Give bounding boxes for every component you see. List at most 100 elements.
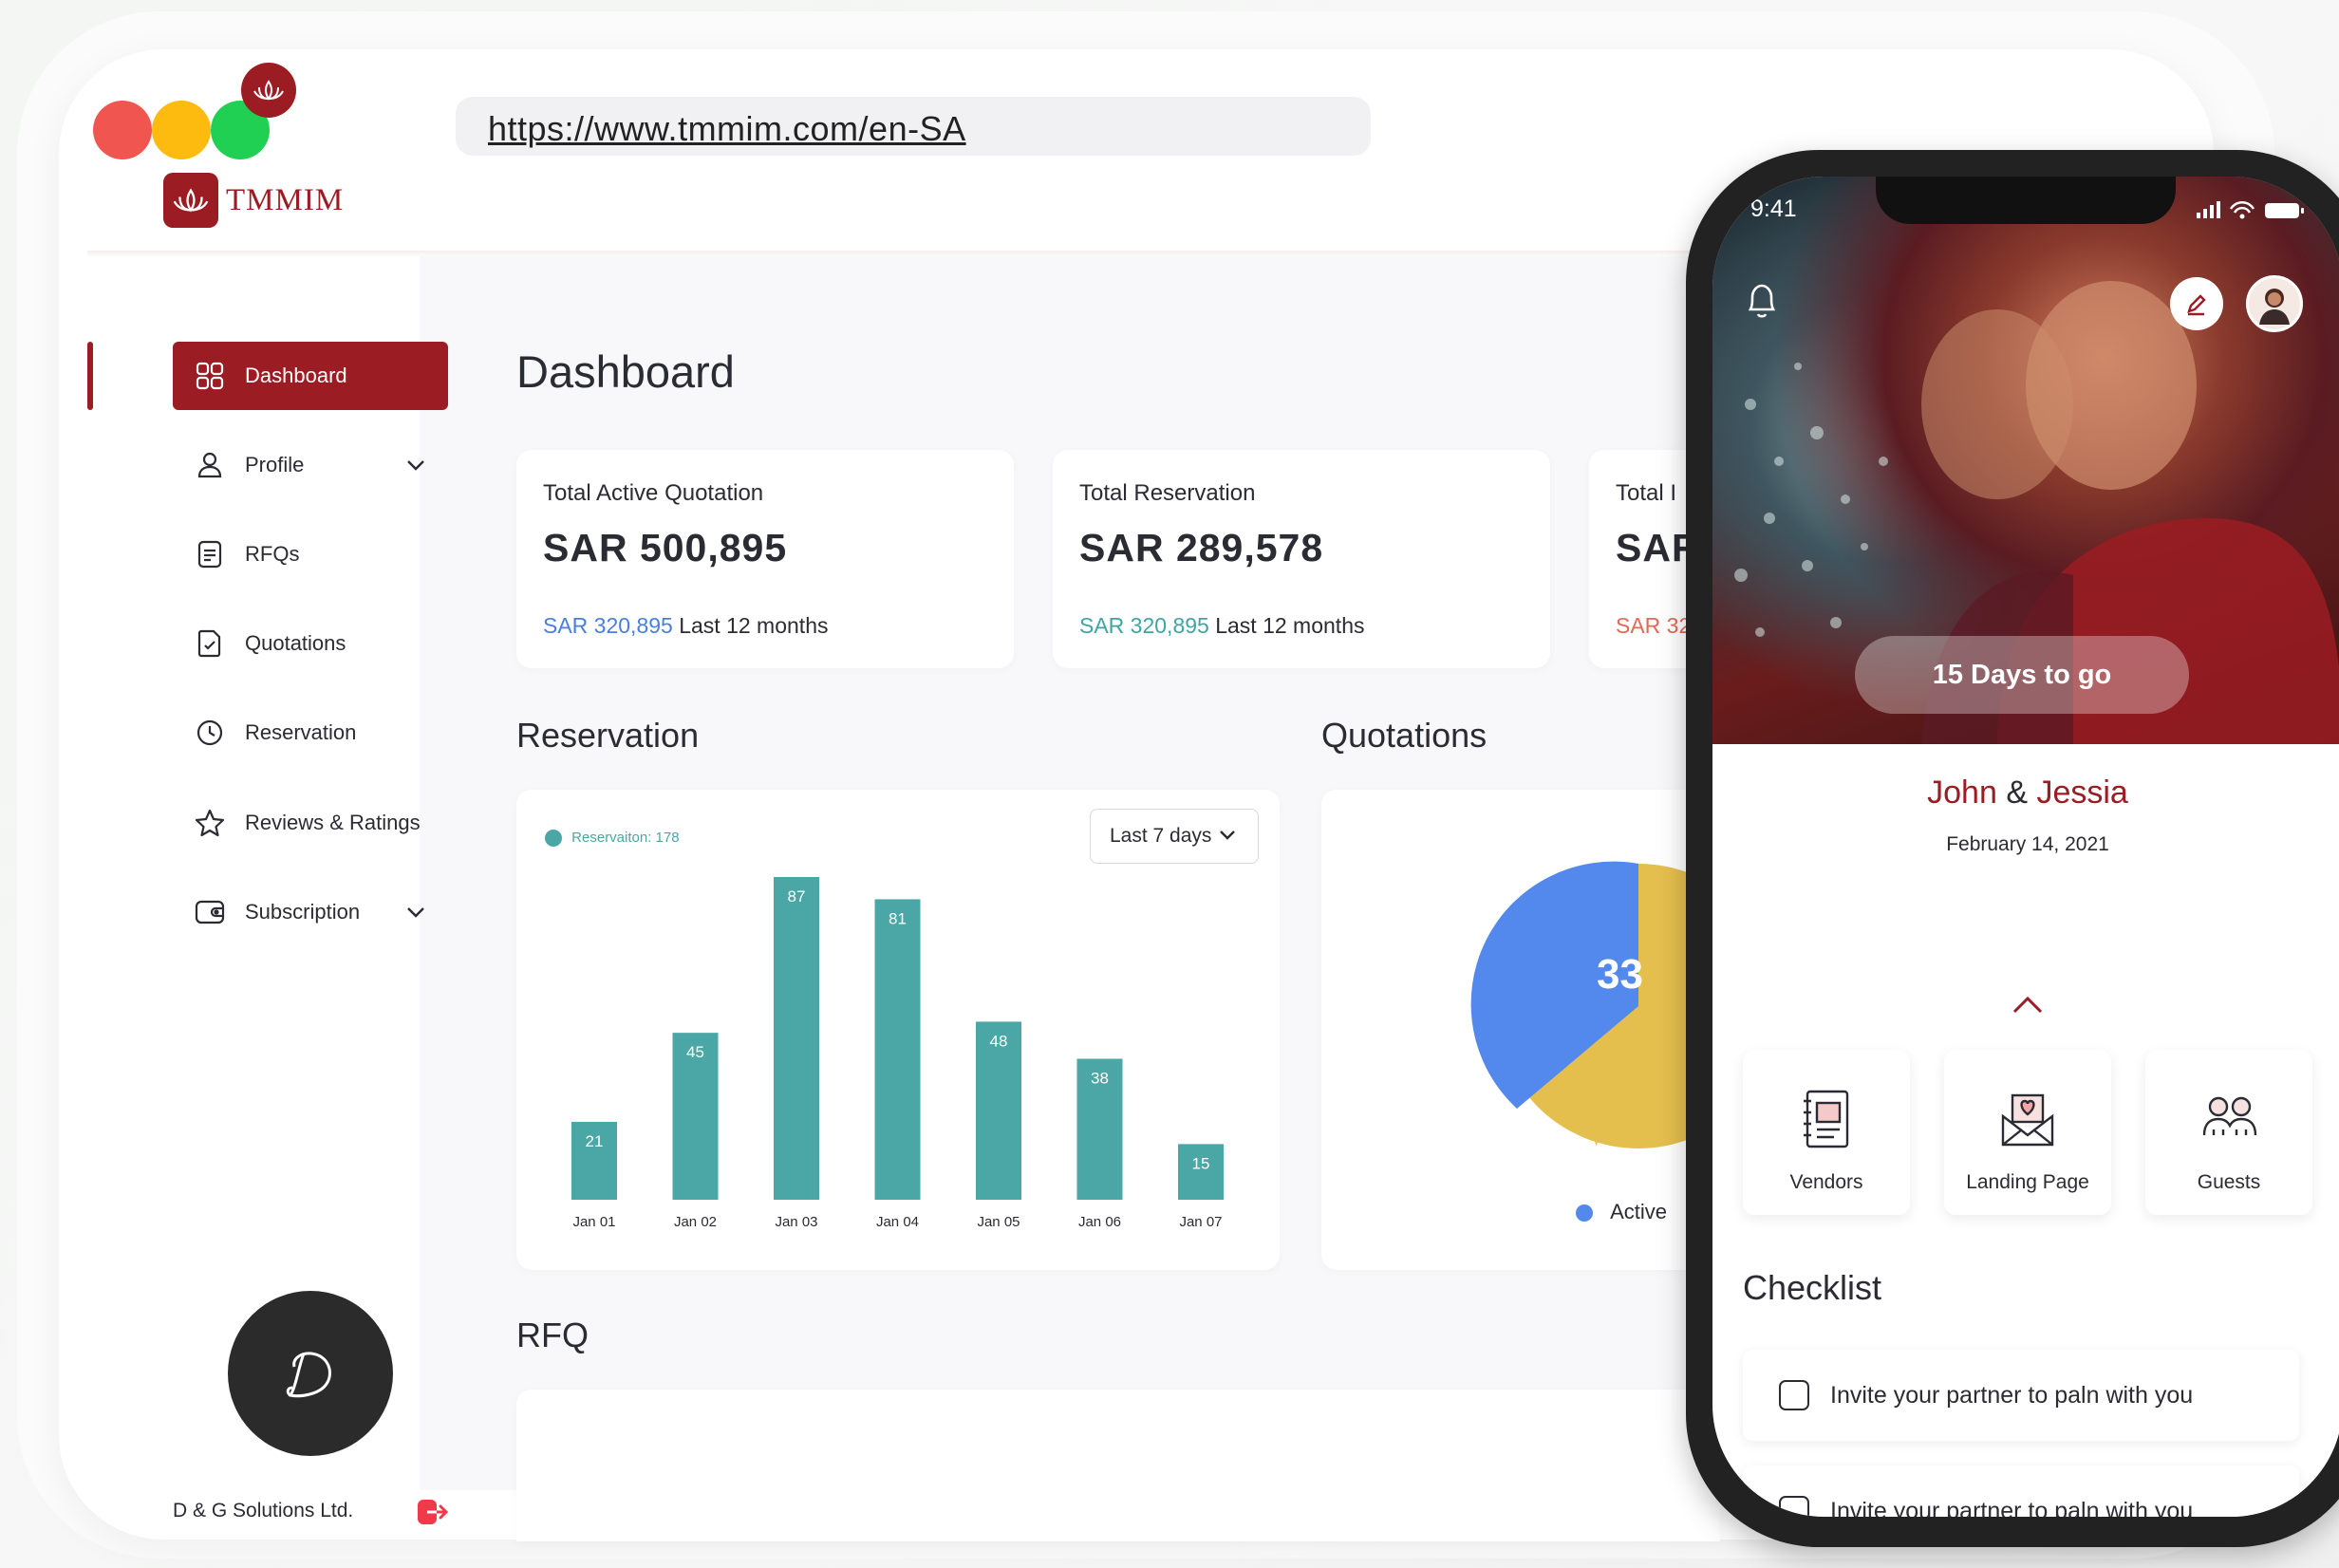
sidebar-item-subscription[interactable]: Subscription [173, 878, 448, 946]
minimize-window-button[interactable] [152, 101, 211, 159]
checklist-title: Checklist [1743, 1268, 1882, 1307]
signal-icon [2197, 201, 2220, 218]
sidebar-item-label: RFQs [245, 542, 300, 566]
bar-value-label: 81 [889, 909, 907, 927]
x-tick-label: Jan 04 [876, 1214, 919, 1230]
stat-card-value: SAR 500,895 [543, 526, 788, 569]
checklist-item[interactable]: Invite your partner to paln with you [1743, 1350, 2299, 1441]
phone-notch [1876, 177, 2176, 224]
bar-value-label: 87 [788, 887, 806, 905]
sidebar-item-label: Reservation [245, 720, 357, 744]
star-icon [194, 807, 226, 839]
couple-names: John & Jessia [1712, 775, 2339, 812]
pie-legend: Active [1576, 1200, 1667, 1224]
users-icon [2200, 1088, 2259, 1149]
sidebar-item-rfqs[interactable]: RFQs [173, 520, 448, 588]
x-tick-label: Jan 01 [572, 1214, 615, 1230]
x-tick-label: Jan 05 [977, 1214, 1020, 1230]
couple-name-b: Jessia [2036, 775, 2128, 811]
tile-label: Guests [2197, 1171, 2261, 1193]
stat-card-sub-amount: SAR 320,895 [1079, 613, 1209, 638]
stat-card-sub-label: Last 12 months [1215, 613, 1365, 638]
file-check-icon [194, 627, 226, 660]
clock-icon [194, 717, 226, 749]
bar-value-label: 38 [1091, 1069, 1109, 1087]
chevron-down-icon[interactable] [404, 454, 427, 481]
sidebar-item-label: Quotations [245, 631, 346, 655]
address-bar-url: https://www.tmmim.com/en-SA [488, 109, 966, 148]
sidebar-item-label: Profile [245, 453, 305, 476]
envelope-heart-icon [1999, 1088, 2056, 1155]
x-tick-label: Jan 03 [775, 1214, 817, 1230]
chevron-down-icon[interactable] [404, 901, 427, 928]
checklist-item-text: Invite your partner to paln with you [1830, 1381, 2194, 1409]
quotations-chart-panel: 33 Active [1321, 790, 1720, 1270]
stat-card-title: Total Active Quotation [543, 480, 764, 506]
x-tick-label: Jan 07 [1179, 1214, 1222, 1230]
hero-photo: 9:41 15 Days to go [1712, 177, 2339, 744]
brand-name: TMMIM [226, 182, 345, 217]
company-logo-icon [286, 1352, 331, 1398]
wedding-date: February 14, 2021 [1946, 833, 2109, 855]
sidebar-item-reviews-ratings[interactable]: Reviews & Ratings [173, 789, 448, 857]
bar-value-label: 15 [1192, 1154, 1210, 1172]
sidebar-item-profile[interactable]: Profile [173, 431, 448, 499]
pie-value-label: 33 [1597, 951, 1643, 998]
stat-card-sub: SAR 320,895 Last 12 months [543, 613, 828, 639]
checklist-item[interactable]: Invite your partner to paln with you [1743, 1465, 2299, 1517]
tile-landing-page[interactable]: Landing Page [1944, 1050, 2111, 1215]
pencil-icon [2187, 294, 2206, 316]
wallet-icon [194, 896, 226, 928]
stat-card-active-quotation: Total Active Quotation SAR 500,895 SAR 3… [516, 450, 1014, 668]
phone-frame: 9:41 15 Days to go John & Jessia Februar… [1686, 150, 2339, 1547]
company-name: D & G Solutions Ltd. [173, 1500, 354, 1521]
bar-jan-03[interactable] [774, 877, 819, 1200]
couple-ampersand: & [2006, 775, 2029, 811]
date-range-select[interactable]: Last 7 days [1090, 809, 1259, 864]
sidebar-item-reservation[interactable]: Reservation [173, 699, 448, 767]
site-favicon [241, 63, 296, 118]
x-tick-label: Jan 02 [674, 1214, 717, 1230]
sidebar-item-quotations[interactable]: Quotations [173, 609, 448, 678]
bar-value-label: 45 [686, 1043, 704, 1061]
section-title-reservation: Reservation [516, 716, 700, 755]
notebook-icon [1798, 1088, 1855, 1155]
checkbox[interactable] [1779, 1496, 1809, 1517]
pie-overlay [1470, 861, 1720, 1148]
logout-icon[interactable] [416, 1496, 449, 1533]
countdown-pill: 15 Days to go [1855, 636, 2189, 714]
user-avatar[interactable] [2246, 275, 2303, 332]
checklist-item-text: Invite your partner to paln with you [1830, 1497, 2194, 1518]
stat-card-reservation: Total Reservation SAR 289,578 SAR 320,89… [1053, 450, 1550, 668]
bar-jan-04[interactable] [874, 899, 921, 1200]
section-title-quotations: Quotations [1321, 716, 1488, 755]
active-indicator [87, 342, 93, 410]
bell-icon[interactable] [1743, 281, 1781, 326]
section-title-rfq: RFQ [516, 1316, 589, 1354]
stat-card-title: Total Reservation [1079, 480, 1256, 506]
checkbox[interactable] [1779, 1380, 1809, 1410]
brand-logo[interactable]: TMMIM [163, 173, 344, 228]
date-range-value: Last 7 days [1110, 825, 1212, 847]
x-tick-label: Jan 06 [1078, 1214, 1121, 1230]
rfq-panel [516, 1390, 1720, 1541]
page-title: Dashboard [516, 346, 735, 397]
brand-mark-icon [163, 173, 218, 228]
edit-button[interactable] [2170, 277, 2223, 330]
legend-swatch [1576, 1204, 1593, 1223]
close-window-button[interactable] [93, 101, 152, 159]
company-avatar[interactable] [228, 1291, 393, 1456]
legend-label: Active [1610, 1200, 1668, 1223]
address-bar[interactable]: https://www.tmmim.com/en-SA [456, 97, 1371, 156]
sidebar-item-dashboard[interactable]: Dashboard [173, 342, 448, 410]
stat-card-sub-amount: SAR 32 [1616, 613, 1692, 638]
chevron-down-icon [1219, 825, 1236, 848]
tile-vendors[interactable]: Vendors [1743, 1050, 1910, 1215]
document-icon [194, 538, 226, 570]
phone-screen: 9:41 15 Days to go John & Jessia Februar… [1712, 177, 2339, 1517]
stat-card-sub-label: Last 12 months [679, 613, 829, 638]
tile-label: Landing Page [1966, 1171, 2089, 1193]
tile-guests[interactable]: Guests [2145, 1050, 2312, 1215]
stat-card-value: SAR 289,578 [1079, 526, 1324, 569]
chevron-up-icon[interactable] [2011, 993, 2045, 1020]
